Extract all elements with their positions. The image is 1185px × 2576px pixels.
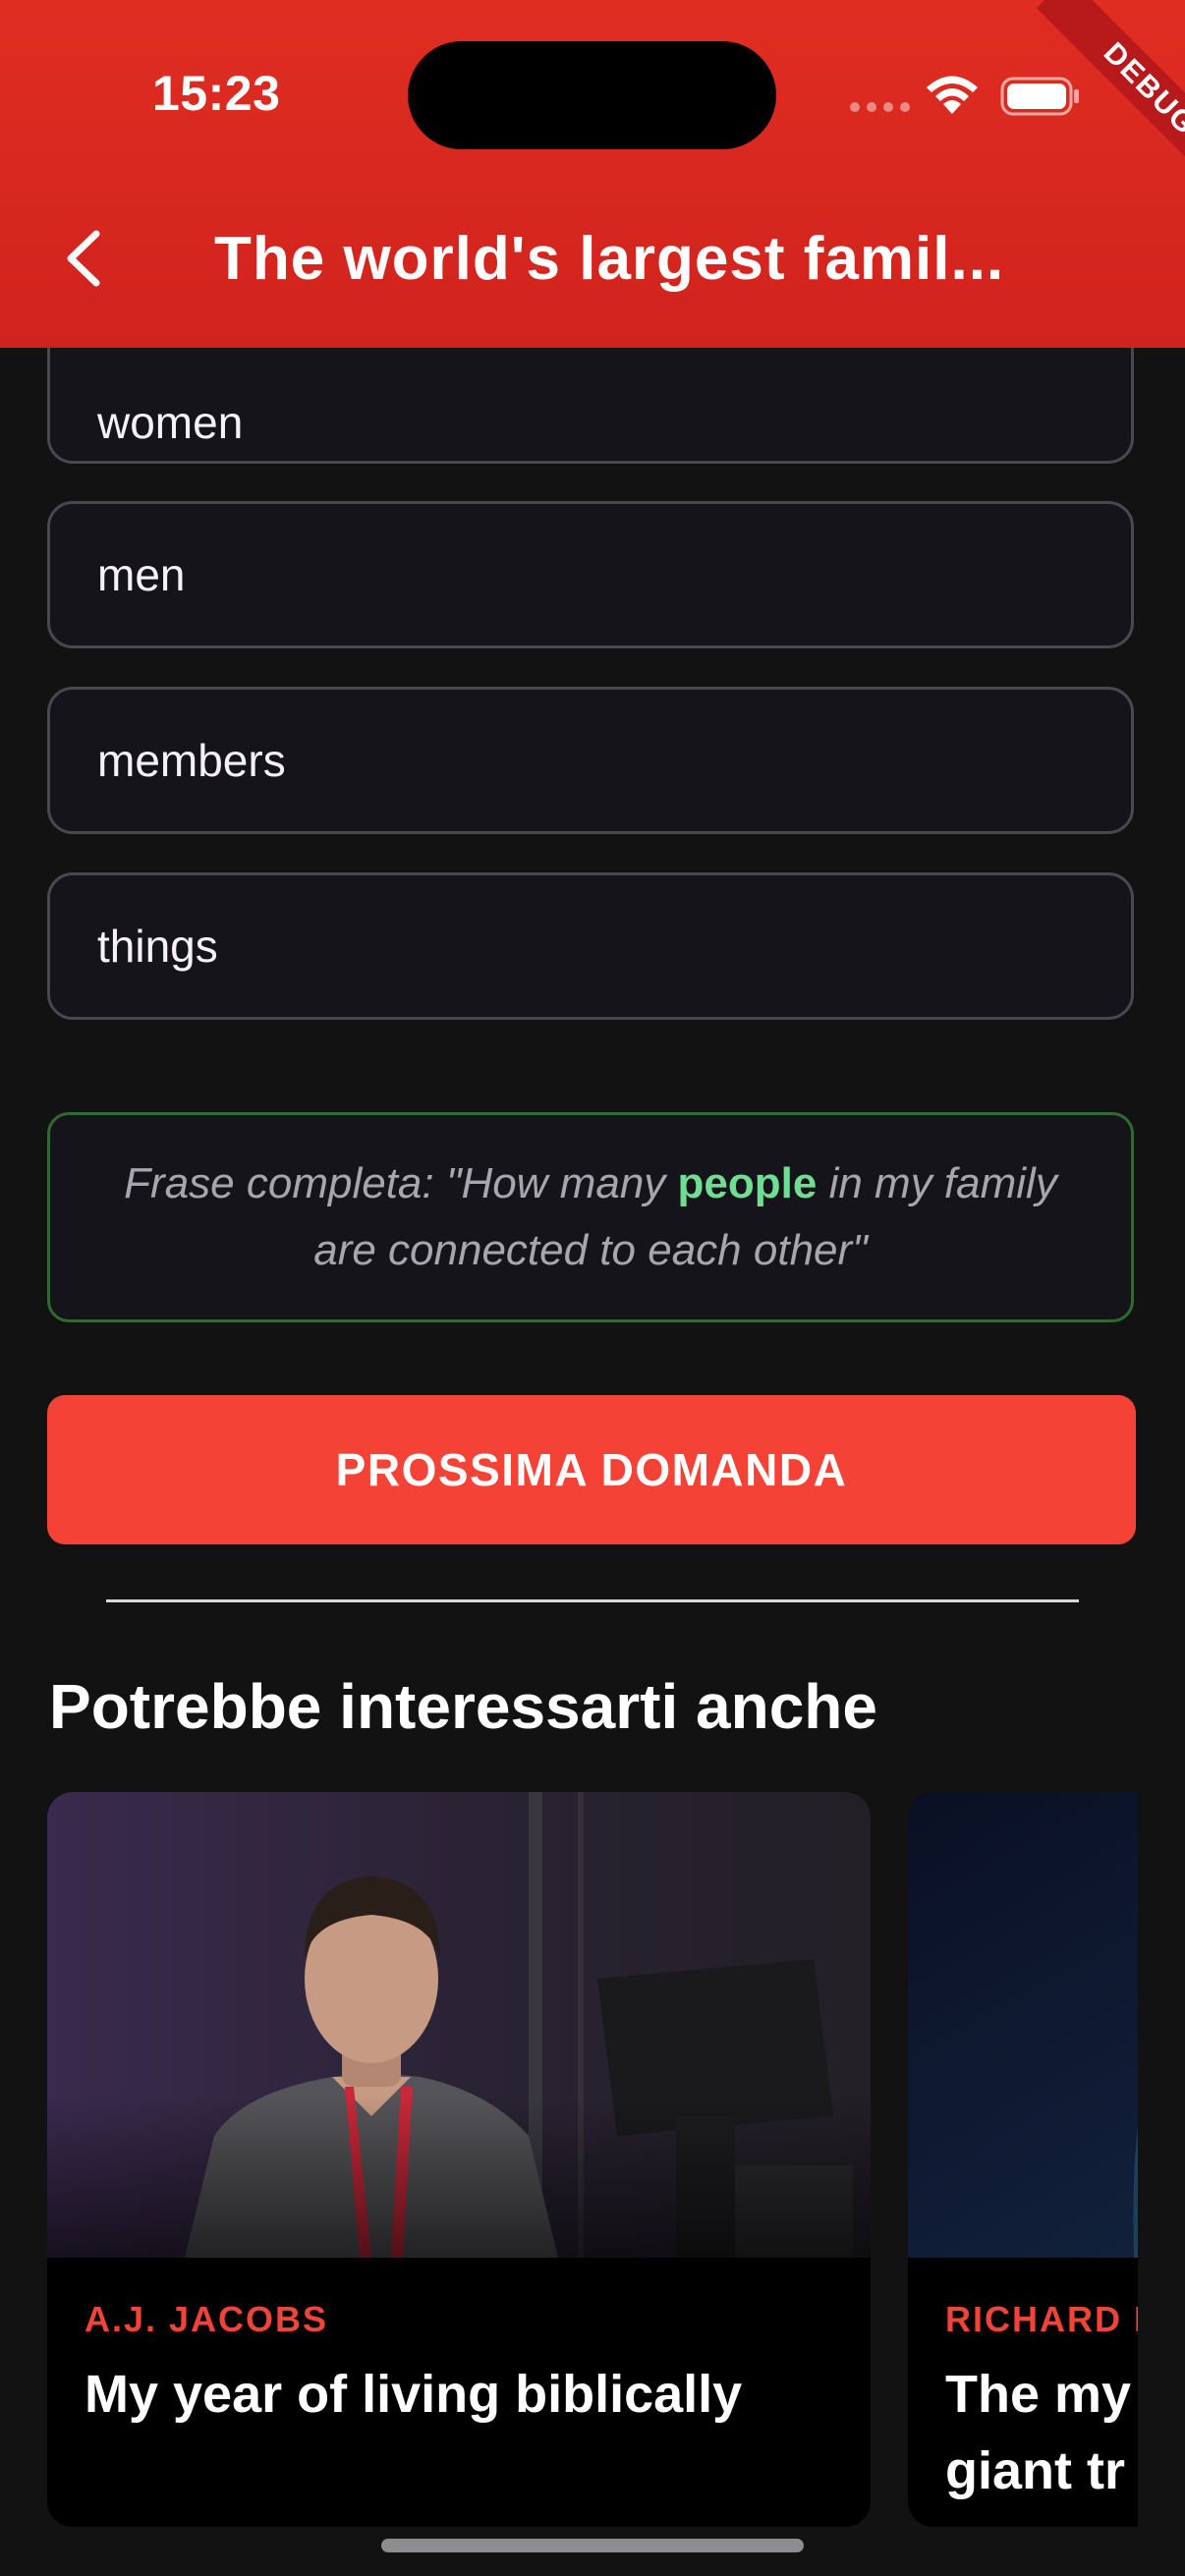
sentence-answer-highlight: people xyxy=(677,1159,818,1207)
status-time: 15:23 xyxy=(152,66,281,121)
speaker-name: A.J. JACOBS xyxy=(85,2299,329,2339)
recommendations-carousel[interactable]: A.J. JACOBS My year of living biblically… xyxy=(47,1792,1138,2529)
back-arrow-icon[interactable] xyxy=(61,228,106,289)
speaker-photo xyxy=(47,1792,871,2258)
answer-option-label: men xyxy=(97,549,186,600)
section-title: Potrebbe interessarti anche xyxy=(49,1671,877,1742)
app-bar: 15:23 DEBUG The world's largest famil... xyxy=(0,0,1185,348)
talk-title: My year of living biblically xyxy=(85,2365,743,2424)
complete-sentence-box: Frase completa: "How many people in my f… xyxy=(47,1112,1134,1322)
talk-card[interactable]: RICHARD P The my giant tr xyxy=(908,1792,1138,2527)
sentence-prefix: Frase completa: "How many xyxy=(124,1159,678,1207)
home-indicator[interactable] xyxy=(381,2539,804,2552)
answer-option-members[interactable]: members xyxy=(47,687,1134,834)
wifi-icon xyxy=(927,76,978,114)
answer-option-men[interactable]: men xyxy=(47,501,1134,648)
next-question-button[interactable]: PROSSIMA DOMANDA xyxy=(47,1395,1136,1544)
talk-title: The my giant tr xyxy=(945,2365,1132,2500)
page-title: The world's largest famil... xyxy=(214,225,1005,293)
answer-option-label: things xyxy=(97,921,218,972)
speaker-photo xyxy=(908,1792,1138,2258)
speaker-name: RICHARD P xyxy=(945,2299,1138,2339)
talk-card[interactable]: A.J. JACOBS My year of living biblically xyxy=(47,1792,871,2527)
answer-option-label: women xyxy=(97,397,244,448)
answer-option-things[interactable]: things xyxy=(47,872,1134,1020)
battery-icon xyxy=(1000,77,1079,116)
answer-option-label: members xyxy=(97,735,286,786)
complete-sentence: Frase completa: "How many people in my f… xyxy=(89,1150,1092,1284)
cellular-signal-icon xyxy=(850,102,910,112)
dynamic-island xyxy=(408,41,776,149)
divider xyxy=(106,1599,1079,1602)
